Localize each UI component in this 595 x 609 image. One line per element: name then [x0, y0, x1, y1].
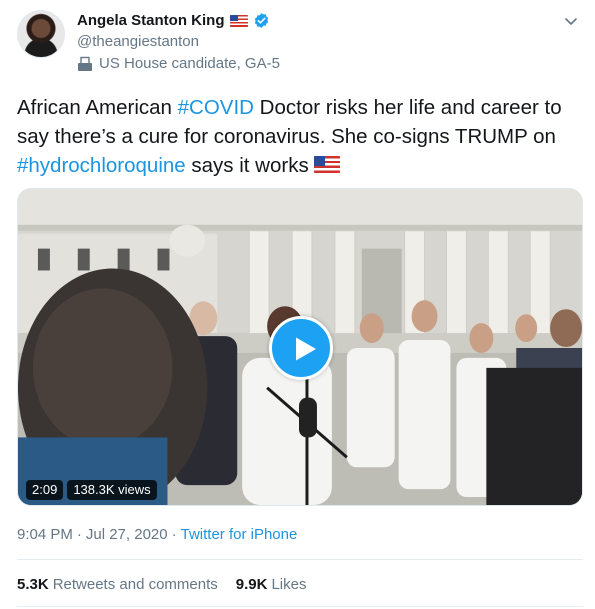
author-name-row: Angela Stanton King — [77, 12, 270, 29]
us-flag-icon — [314, 156, 341, 173]
hashtag-hydrochloroquine-link[interactable]: #hydrochloroquine — [17, 154, 186, 177]
video-duration: 2:09 — [26, 480, 64, 500]
us-flag-icon — [229, 14, 248, 27]
verified-badge-icon — [254, 13, 268, 28]
divider — [17, 559, 583, 560]
retweets-count: 5.3K — [17, 576, 49, 593]
chevron-down-icon[interactable] — [563, 13, 579, 29]
video-badges: 2:09 138.3K views — [26, 480, 157, 500]
tweet-date[interactable]: Jul 27, 2020 — [86, 526, 168, 543]
ballot-box-icon — [78, 56, 92, 71]
video-player[interactable]: 2:09 138.3K views — [17, 188, 583, 506]
display-name[interactable]: Angela Stanton King — [77, 12, 225, 29]
tweet-source-link[interactable]: Twitter for iPhone — [181, 526, 298, 543]
play-icon — [296, 337, 316, 361]
retweets-label: Retweets and comments — [52, 576, 218, 593]
retweets-stat[interactable]: 5.3K Retweets and comments — [17, 576, 218, 593]
avatar[interactable] — [17, 10, 65, 58]
divider — [17, 606, 583, 607]
handle[interactable]: @theangiestanton — [77, 33, 199, 50]
tweet-text-part: says it works — [185, 154, 315, 177]
tweet-time[interactable]: 9:04 PM — [17, 526, 73, 543]
likes-count: 9.9K — [235, 576, 268, 593]
tweet-stats: 5.3K Retweets and comments 9.9K Likes — [17, 576, 306, 593]
candidate-label: US House candidate, GA-5 — [99, 55, 280, 72]
meta-separator: · — [171, 526, 177, 543]
tweet-text-part: African American — [17, 96, 178, 119]
play-button[interactable] — [269, 316, 333, 380]
tweet: Angela Stanton King @theangiestanton US … — [0, 0, 595, 609]
tweet-meta: 9:04 PM · Jul 27, 2020 · Twitter for iPh… — [17, 526, 297, 543]
video-views: 138.3K views — [67, 480, 157, 500]
candidate-label-row: US House candidate, GA-5 — [77, 55, 280, 72]
meta-separator: · — [76, 526, 82, 543]
likes-stat[interactable]: 9.9K Likes — [236, 576, 307, 593]
hashtag-covid-link[interactable]: #COVID — [178, 96, 254, 119]
likes-label: Likes — [271, 576, 307, 593]
tweet-text: African American #COVID Doctor risks her… — [17, 93, 582, 180]
